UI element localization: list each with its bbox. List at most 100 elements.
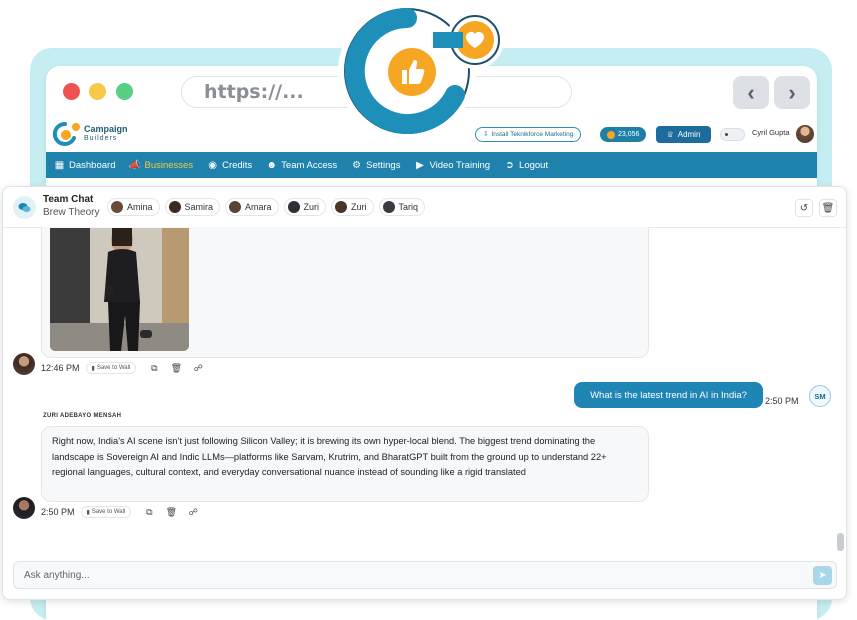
member-name: Zuri [351,202,367,212]
menu-label: Logout [519,159,549,171]
brand-logo-badge-icon [338,2,504,140]
user-avatar[interactable] [796,125,814,143]
share-icon[interactable]: ☍ [192,362,204,374]
send-icon: ➤ [818,570,827,581]
credits-badge[interactable]: 23,056 [600,127,647,142]
grid-icon: ▦ [54,159,65,171]
avatar [13,497,35,519]
gym-photo-image [50,228,189,351]
admin-button[interactable]: ♕ Admin [656,126,711,143]
message-time: 12:46 PM [41,363,80,373]
gear-icon: ⚙ [352,159,362,171]
coin-icon [607,130,615,139]
message-meta: 12:46 PM ▮ Save to Wall ⧉ 🗑 ☍ [41,362,204,374]
member-chip[interactable]: Amina [107,198,160,216]
user-name[interactable]: Cyril Gupta [752,128,790,137]
menu-label: Dashboard [69,159,116,171]
save-to-wall-button[interactable]: ▮ Save to Wall [85,362,137,374]
window-minimize-dot[interactable] [89,83,106,100]
menu-item-logout[interactable]: ➲ Logout [504,160,548,171]
window-maximize-dot[interactable] [116,83,133,100]
chat-title: Team Chat [43,194,94,205]
bookmark-icon: ▮ [91,365,95,372]
menu-item-team-access[interactable]: ☻ Team Access [266,160,337,171]
message-input[interactable] [24,562,804,588]
copy-icon[interactable]: ⧉ [148,362,160,374]
bookmark-icon: ▮ [86,509,90,516]
logo-line-2: Builders [84,135,118,142]
main-menu: ▦ Dashboard 📣 Businesses ◉ Credits ☻ Tea… [46,152,817,178]
save-label: Save to Wall [91,509,126,515]
send-button[interactable]: ➤ [813,566,832,585]
coins-icon: ◉ [208,159,217,171]
message-meta: 2:50 PM ▮ Save to Wall ⧉ 🗑 ☍ [41,506,199,518]
avatar [229,201,242,213]
avatar [168,201,181,213]
chevron-left-icon: ‹ [747,79,755,105]
user-initials-avatar: SM [809,385,831,407]
member-chip[interactable]: Zuri [283,198,327,216]
download-icon: ⇩ [483,131,489,138]
member-chip[interactable]: Amara [225,198,279,216]
menu-item-dashboard[interactable]: ▦ Dashboard [54,159,116,171]
save-to-wall-button[interactable]: ▮ Save to Wall [80,506,132,518]
member-name: Amina [127,202,153,212]
trash-icon: 🗑 [821,202,835,214]
member-name: Samira [184,202,214,212]
avatar [13,353,35,375]
app-logo[interactable]: Campaign Builders [52,121,128,147]
crown-icon: ♕ [666,130,674,139]
ai-message-bubble: Right now, India’s AI scene isn’t just f… [41,426,649,502]
logo-line-1: Campaign [84,124,128,134]
chevron-right-icon: › [788,79,796,105]
copy-icon[interactable]: ⧉ [143,506,155,518]
message-photo[interactable] [50,228,189,351]
trash-icon[interactable]: 🗑 [165,506,177,518]
theme-toggle[interactable] [720,128,745,141]
chat-header: Team Chat Brew Theory Amina Samira Amara… [3,187,846,228]
member-name: Zuri [303,202,320,212]
menu-item-credits[interactable]: ◉ Credits [207,160,252,171]
install-label: Install Teknikforce Marketing [491,131,574,138]
share-icon[interactable]: ☍ [187,506,199,518]
sender-name: ZURI ADEBAYO MENSAH [43,413,122,419]
delete-chat-button[interactable]: 🗑 [819,199,837,217]
back-button[interactable]: ‹ [733,76,769,109]
user-message-bubble: What is the latest trend in AI in India? [574,382,763,408]
menu-item-settings[interactable]: ⚙ Settings [351,160,400,171]
window-close-dot[interactable] [63,83,80,100]
trash-icon[interactable]: 🗑 [170,362,182,374]
menu-label: Businesses [144,159,194,171]
avatar [335,201,348,213]
menu-item-businesses[interactable]: 📣 Businesses [129,160,193,171]
credits-value: 23,056 [618,131,640,138]
save-label: Save to Wall [96,365,131,371]
install-button[interactable]: ⇩ Install Teknikforce Marketing [475,127,582,142]
refresh-icon: ↺ [799,202,809,214]
member-chip[interactable]: Zuri [331,198,374,216]
users-icon: ☻ [266,159,277,171]
member-chip[interactable]: Samira [164,198,221,216]
team-chat-panel: Team Chat Brew Theory Amina Samira Amara… [2,186,847,600]
menu-label: Video Training [429,159,491,171]
avatar [111,201,123,213]
logout-icon: ➲ [505,159,514,171]
campaign-builders-logo-icon [52,121,80,146]
menu-label: Credits [222,159,253,171]
chat-subtitle: Brew Theory [43,207,100,218]
admin-label: Admin [677,130,701,139]
avatar [382,201,395,213]
member-name: Amara [245,202,272,212]
avatar [287,201,300,213]
forward-button[interactable]: › [774,76,810,109]
scrollbar-thumb[interactable] [837,533,844,551]
menu-item-video-training[interactable]: ▶ Video Training [414,160,490,171]
video-icon: ▶ [416,159,424,171]
chat-bubbles-icon [13,196,36,219]
menu-label: Team Access [281,159,338,171]
megaphone-icon: 📣 [128,159,142,171]
member-chip[interactable]: Tariq [378,198,426,216]
message-input-wrapper: ➤ [13,561,837,589]
member-list: Amina Samira Amara Zuri Zuri Tariq [107,198,426,216]
refresh-button[interactable]: ↺ [795,199,813,217]
